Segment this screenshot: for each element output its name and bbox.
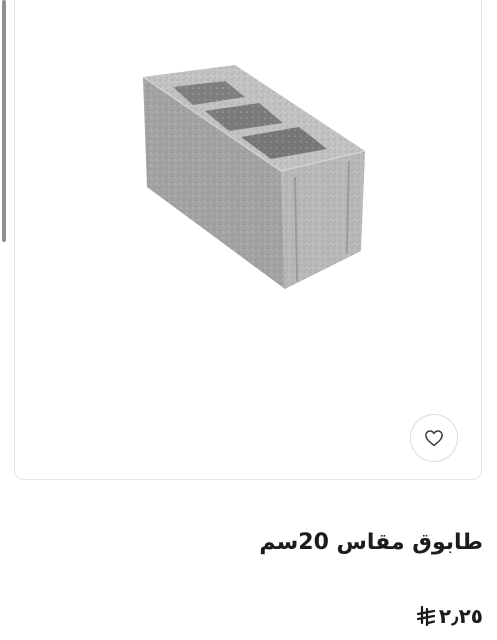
wishlist-button[interactable] <box>410 414 458 462</box>
saudi-riyal-icon <box>416 606 435 626</box>
scroll-indicator[interactable] <box>2 0 6 242</box>
heart-icon <box>425 430 443 447</box>
product-price: ٢٫٢٥ <box>416 604 483 628</box>
product-image-card[interactable] <box>14 0 482 480</box>
product-page: طابوق مقاس 20سم ٢٫٢٥ <box>0 0 497 640</box>
product-title: طابوق مقاس 20سم <box>259 530 483 555</box>
concrete-block-image <box>142 65 366 289</box>
price-value: ٢٫٢٥ <box>438 604 483 628</box>
